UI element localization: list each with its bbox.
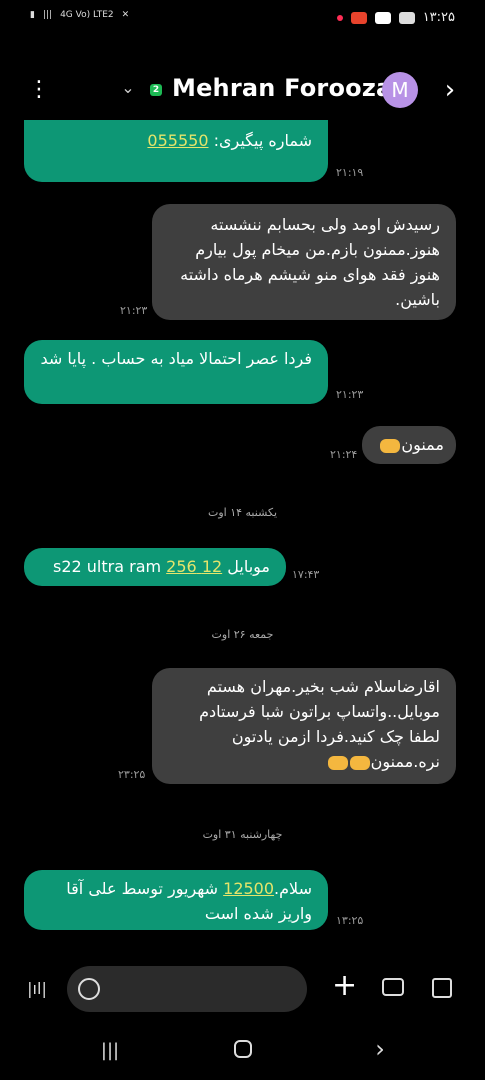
conversation-header: ⋮ ⌄ 2 Mehran Foroozan M › <box>0 60 485 120</box>
message-bubble-incoming[interactable]: اقارضاسلام شب بخیر.مهران هستم موبایل..وا… <box>152 668 456 784</box>
handshake-emoji-icon <box>327 755 348 770</box>
app-notification-icon <box>350 11 367 24</box>
message-text: سلام. <box>274 879 312 898</box>
sim-badge: 2 <box>150 84 162 96</box>
battery-icon: ▮ <box>30 10 35 20</box>
amount-link[interactable]: 12500 <box>223 879 274 898</box>
date-separator: چهارشنبه ۳۱ اوت <box>202 828 283 841</box>
gallery-icon[interactable] <box>432 978 452 998</box>
message-bubble-outgoing[interactable]: سلام.12500 شهریور توسط علی آقا واریز شده… <box>24 870 328 930</box>
message-bubble-outgoing[interactable]: شماره پیگیری: 055550 <box>24 120 328 182</box>
more-options-icon[interactable]: ⋮ <box>24 75 54 105</box>
status-bar: ▮ ||| 4G Vo) LTE2 ✕ ۱۳:۲۵ <box>0 0 485 40</box>
message-text: موبایل <box>222 557 270 576</box>
message-bubble-incoming[interactable]: ممنون <box>362 426 456 464</box>
message-input[interactable] <box>67 966 307 1012</box>
network-label: 4G Vo) LTE2 <box>60 10 114 20</box>
mute-icon: ✕ <box>121 10 130 20</box>
signal-icon: ||| <box>42 10 53 20</box>
date-separator: یکشنبه ۱۴ اوت <box>207 506 278 519</box>
chevron-down-icon[interactable]: ⌄ <box>118 78 138 98</box>
message-text: s22 ultra ram <box>53 557 167 576</box>
message-bubble-outgoing[interactable]: فردا عصر احتمالا میاد به حساب . پایا شد <box>24 340 328 404</box>
status-indicators: ▮ ||| 4G Vo) LTE2 ✕ <box>30 10 129 20</box>
emoji-icon[interactable] <box>78 978 100 1000</box>
message-bubble-incoming[interactable]: رسیدش اومد ولی بحسابم ننشسته هنوز.ممنون … <box>152 204 456 320</box>
message-text: اقارضاسلام شب بخیر.مهران هستم موبایل..وا… <box>199 677 440 771</box>
youtube-icon <box>374 11 391 24</box>
message-time: ۲۱:۲۴ <box>330 448 358 461</box>
recent-apps-icon[interactable]: ||| <box>98 1040 122 1061</box>
message-time: ۲۱:۲۳ <box>336 388 364 401</box>
message-text: رسیدش اومد ولی بحسابم ننشسته هنوز.ممنون … <box>180 215 440 309</box>
message-text: ممنون <box>401 435 444 454</box>
status-right: ۱۳:۲۵ <box>336 10 455 25</box>
message-text: فردا عصر احتمالا میاد به حساب . پایا شد <box>40 349 312 368</box>
avatar[interactable]: M <box>382 72 418 108</box>
chevron-right-icon[interactable]: › <box>438 76 462 104</box>
camera-icon[interactable] <box>382 978 404 996</box>
message-time: ۲۳:۲۵ <box>118 768 146 781</box>
contact-name[interactable]: Mehran Foroozan <box>172 74 410 102</box>
message-time: ۱۷:۴۳ <box>292 568 320 581</box>
date-separator: جمعه ۲۶ اوت <box>211 628 274 641</box>
tracking-number-link[interactable]: 055550 <box>147 131 208 150</box>
message-time: ۲۱:۱۹ <box>336 166 364 179</box>
handshake-emoji-icon <box>380 438 401 453</box>
add-attachment-icon[interactable]: + <box>332 971 357 1001</box>
message-time: ۲۱:۲۳ <box>120 304 148 317</box>
home-icon[interactable] <box>234 1040 252 1058</box>
message-time: ۱۳:۲۵ <box>336 914 364 927</box>
back-icon[interactable]: › <box>370 1036 390 1062</box>
voice-input-icon[interactable]: |ıl| <box>24 976 50 1002</box>
number-link[interactable]: 12 256 <box>166 557 222 576</box>
handshake-emoji-icon <box>349 755 370 770</box>
gallery-notification-icon <box>398 11 415 24</box>
notification-dot-icon <box>336 14 343 21</box>
status-time: ۱۳:۲۵ <box>422 10 455 25</box>
message-text: شماره پیگیری: <box>208 131 312 150</box>
message-bubble-outgoing[interactable]: موبایل 12 256 s22 ultra ram <box>24 548 286 586</box>
